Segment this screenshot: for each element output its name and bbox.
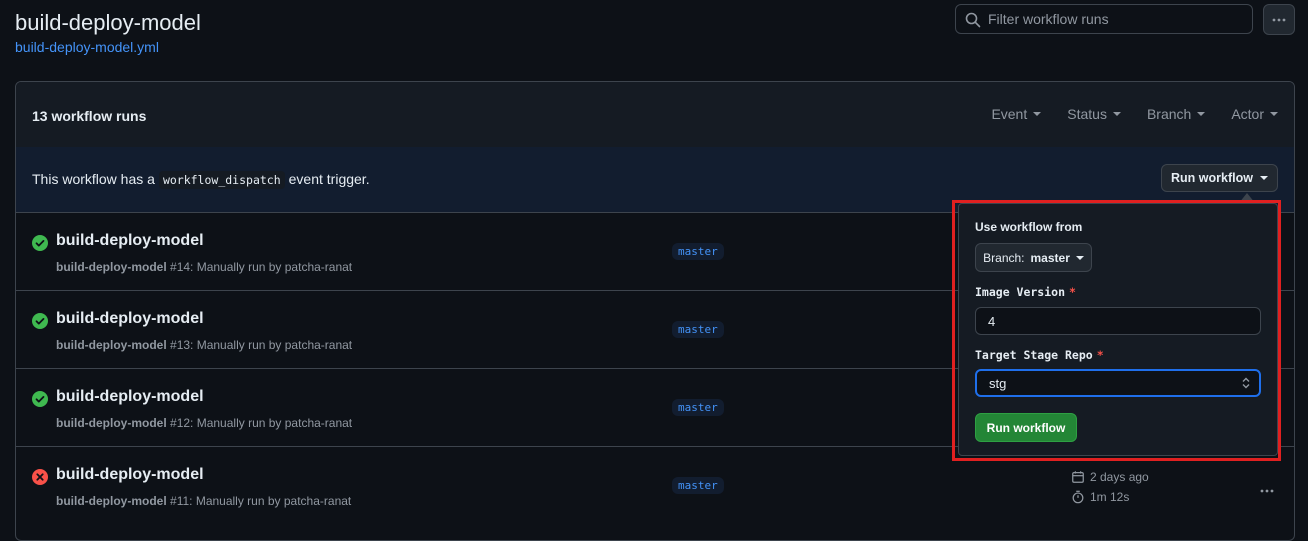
run-time-info: 2 days ago 1m 12s bbox=[1071, 467, 1149, 507]
select-arrows-icon bbox=[1242, 377, 1250, 389]
run-title[interactable]: build-deploy-model bbox=[56, 310, 204, 328]
run-workflow-name: build-deploy-model bbox=[56, 260, 167, 274]
caret-down-icon bbox=[1112, 112, 1121, 116]
filter-runs-input[interactable]: Filter workflow runs bbox=[955, 4, 1253, 34]
image-version-input[interactable]: 4 bbox=[975, 307, 1261, 335]
run-desc: : Manually run by patcha-ranat bbox=[190, 260, 353, 274]
run-title[interactable]: build-deploy-model bbox=[56, 388, 204, 406]
branch-tag[interactable]: master bbox=[672, 399, 724, 416]
run-desc: : Manually run by patcha-ranat bbox=[189, 494, 352, 508]
run-meta: build-deploy-model #13: Manually run by … bbox=[56, 338, 352, 352]
run-meta: build-deploy-model #11: Manually run by … bbox=[56, 494, 351, 508]
target-stage-repo-select[interactable]: stg bbox=[975, 369, 1261, 397]
target-stage-repo-value: stg bbox=[989, 375, 1007, 391]
dispatch-text: This workflow has a workflow_dispatch even… bbox=[32, 171, 370, 189]
failure-x-icon bbox=[32, 469, 48, 485]
run-duration: 1m 12s bbox=[1090, 490, 1130, 504]
success-check-icon bbox=[32, 313, 48, 329]
success-check-icon bbox=[32, 391, 48, 407]
required-mark: * bbox=[1069, 285, 1076, 299]
branch-prefix: Branch: bbox=[983, 250, 1025, 265]
branch-value: master bbox=[1030, 250, 1070, 265]
kebab-icon bbox=[1272, 18, 1286, 21]
caret-down-icon bbox=[1197, 112, 1206, 116]
search-icon bbox=[965, 12, 981, 28]
run-workflow-name: build-deploy-model bbox=[56, 494, 167, 508]
run-workflow-submit-button[interactable]: Run workflow bbox=[975, 413, 1077, 442]
run-workflow-name: build-deploy-model bbox=[56, 338, 167, 352]
run-number: #13 bbox=[170, 338, 191, 352]
branch-tag[interactable]: master bbox=[672, 321, 724, 338]
use-workflow-from-label: Use workflow from bbox=[975, 220, 1083, 234]
caret-down-icon bbox=[1075, 255, 1084, 260]
run-title[interactable]: build-deploy-model bbox=[56, 466, 204, 484]
run-title[interactable]: build-deploy-model bbox=[56, 232, 204, 250]
run-meta: build-deploy-model #14: Manually run by … bbox=[56, 260, 352, 274]
caret-down-icon bbox=[1270, 112, 1278, 116]
run-number: #11 bbox=[170, 494, 190, 508]
filter-branch-label: Branch bbox=[1146, 106, 1192, 122]
more-options-button[interactable] bbox=[1263, 4, 1295, 35]
filter-placeholder: Filter workflow runs bbox=[988, 11, 1109, 27]
target-stage-repo-label: Target Stage Repo * bbox=[975, 348, 1104, 362]
run-meta: build-deploy-model #12: Manually run by … bbox=[56, 416, 352, 430]
target-stage-repo-label-text: Target Stage Repo bbox=[975, 348, 1093, 362]
run-workflow-dropdown-button[interactable]: Run workflow bbox=[1161, 164, 1278, 192]
workflow-file-link[interactable]: build-deploy-model.yml bbox=[15, 39, 159, 55]
branch-tag[interactable]: master bbox=[672, 477, 724, 494]
page-title: build-deploy-model bbox=[15, 10, 201, 35]
calendar-icon bbox=[1072, 471, 1084, 483]
runs-count: 13 workflow runs bbox=[32, 108, 147, 124]
filter-status-label: Status bbox=[1067, 106, 1107, 122]
image-version-value: 4 bbox=[988, 313, 996, 329]
caret-down-icon bbox=[1259, 176, 1268, 180]
image-version-label: Image Version * bbox=[975, 285, 1076, 299]
run-workflow-popup: Use workflow from Branch: master Image Ve… bbox=[958, 203, 1278, 456]
runs-list-header: 13 workflow runs Event Status Branch Act… bbox=[16, 82, 1294, 148]
branch-select-button[interactable]: Branch: master bbox=[975, 243, 1092, 272]
run-desc: : Manually run by patcha-ranat bbox=[190, 416, 353, 430]
image-version-label-text: Image Version bbox=[975, 285, 1066, 299]
run-row[interactable]: build-deploy-model build-deploy-model #1… bbox=[16, 447, 1294, 525]
dispatch-text-after: event trigger. bbox=[288, 171, 370, 187]
runs-filters: Event Status Branch Actor bbox=[991, 106, 1278, 122]
kebab-icon[interactable] bbox=[1259, 483, 1275, 499]
filter-status[interactable]: Status bbox=[1067, 106, 1121, 122]
success-check-icon bbox=[32, 235, 48, 251]
filter-event[interactable]: Event bbox=[991, 106, 1042, 122]
filter-event-label: Event bbox=[991, 106, 1028, 122]
run-desc: : Manually run by patcha-ranat bbox=[190, 338, 353, 352]
run-time-ago: 2 days ago bbox=[1090, 470, 1149, 484]
run-workflow-name: build-deploy-model bbox=[56, 416, 167, 430]
filter-actor[interactable]: Actor bbox=[1231, 106, 1278, 122]
run-number: #14 bbox=[170, 260, 191, 274]
branch-tag[interactable]: master bbox=[672, 243, 724, 260]
filter-branch[interactable]: Branch bbox=[1146, 106, 1206, 122]
run-workflow-dropdown-label: Run workflow bbox=[1171, 171, 1253, 185]
dispatch-text-before: This workflow has a bbox=[32, 171, 155, 187]
stopwatch-icon bbox=[1072, 490, 1084, 504]
required-mark: * bbox=[1096, 348, 1104, 362]
filter-actor-label: Actor bbox=[1231, 106, 1264, 122]
caret-down-icon bbox=[1033, 112, 1042, 116]
run-number: #12 bbox=[170, 416, 191, 430]
dispatch-code: workflow_dispatch bbox=[158, 171, 285, 189]
popup-arrow bbox=[1239, 193, 1255, 203]
